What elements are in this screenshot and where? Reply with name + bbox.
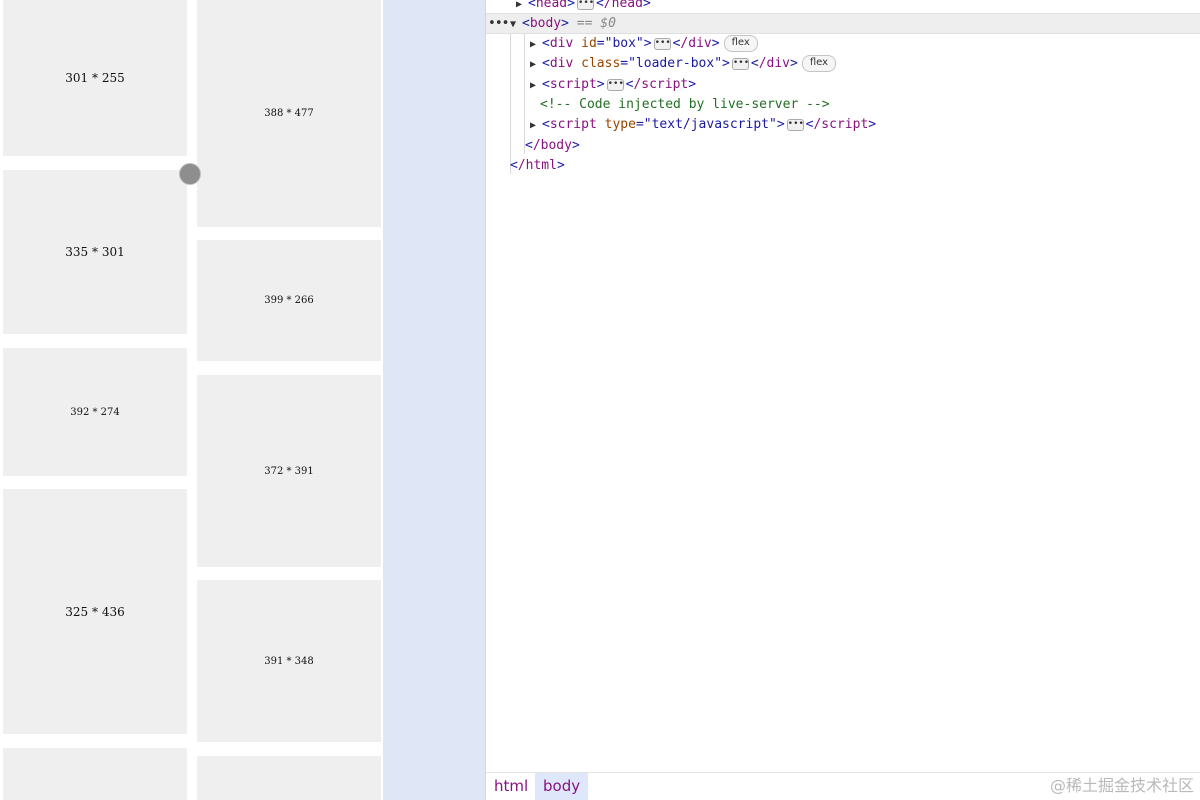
image-size-label: 391 * 348 bbox=[264, 655, 314, 667]
image-size-label: 372 * 391 bbox=[264, 465, 314, 477]
page-preview: 301 * 255 335 * 301 392 * 274 325 * 436 … bbox=[0, 0, 383, 800]
image-size-label: 399 * 266 bbox=[264, 295, 314, 306]
image-card[interactable]: 372 * 391 bbox=[197, 375, 381, 567]
breadcrumb-body[interactable]: body bbox=[535, 773, 589, 800]
image-card[interactable]: 388 * 477 bbox=[197, 0, 381, 227]
image-card[interactable]: 392 * 274 bbox=[3, 348, 187, 476]
breadcrumb-html[interactable]: html bbox=[486, 773, 536, 800]
ellipsis-icon[interactable]: ••• bbox=[731, 57, 749, 70]
dom-node-script-js[interactable]: ▶ <script type="text/javascript"> ••• </scr… bbox=[486, 115, 1200, 135]
dom-node-html-close[interactable]: </html> bbox=[486, 156, 1200, 176]
devtools-elements-panel: ▶ <head> ••• </head> ••• ▼ <body> == $0 ▶ <di… bbox=[486, 0, 1200, 800]
breadcrumb: html body @稀土掘金技术社区 bbox=[486, 772, 1200, 800]
image-card[interactable]: 399 * 266 bbox=[197, 240, 381, 361]
image-card[interactable]: 325 * 436 bbox=[3, 489, 187, 734]
ellipsis-icon[interactable]: ••• bbox=[576, 0, 594, 10]
flex-badge[interactable]: flex bbox=[723, 35, 758, 52]
more-options-icon[interactable]: ••• bbox=[488, 14, 510, 33]
dom-node-script[interactable]: ▶ <script> ••• </script> bbox=[486, 75, 1200, 95]
image-card[interactable] bbox=[3, 748, 187, 800]
image-size-label: 325 * 436 bbox=[65, 604, 125, 619]
dom-node-body-close[interactable]: </body> bbox=[486, 136, 1200, 156]
image-size-label: 335 * 301 bbox=[65, 245, 125, 259]
ellipsis-icon[interactable]: ••• bbox=[786, 118, 804, 131]
dom-node-div-loader-box[interactable]: ▶ <div class="loader-box"> ••• </div> flex bbox=[486, 54, 1200, 74]
selected-node-marker: == $0 bbox=[576, 16, 616, 31]
expand-arrow-icon[interactable]: ▶ bbox=[530, 116, 542, 136]
collapse-arrow-icon[interactable]: ▼ bbox=[510, 15, 522, 34]
dom-node-comment[interactable]: <!-- Code injected by live-server --> bbox=[486, 95, 1200, 115]
dom-node-head[interactable]: ▶ <head> ••• </head> bbox=[486, 0, 1200, 14]
image-card[interactable] bbox=[197, 756, 381, 800]
image-card[interactable]: 301 * 255 bbox=[3, 0, 187, 156]
watermark: @稀土掘金技术社区 bbox=[1049, 776, 1194, 795]
image-size-label: 392 * 274 bbox=[70, 406, 120, 418]
image-size-label: 301 * 255 bbox=[65, 71, 125, 85]
ellipsis-icon[interactable]: ••• bbox=[653, 37, 671, 50]
expand-arrow-icon[interactable]: ▶ bbox=[530, 55, 542, 75]
expand-arrow-icon[interactable]: ▶ bbox=[530, 35, 542, 55]
flex-badge[interactable]: flex bbox=[801, 55, 837, 72]
panel-gutter bbox=[383, 0, 486, 800]
expand-arrow-icon[interactable]: ▶ bbox=[530, 76, 542, 96]
image-card[interactable]: 335 * 301 bbox=[3, 170, 187, 334]
image-size-label: 388 * 477 bbox=[264, 108, 314, 119]
ellipsis-icon[interactable]: ••• bbox=[606, 78, 624, 91]
dom-node-body[interactable]: ••• ▼ <body> == $0 bbox=[486, 13, 1200, 34]
drag-handle[interactable] bbox=[179, 163, 201, 185]
dom-node-div-box[interactable]: ▶ <div id="box"> ••• </div> flex bbox=[486, 34, 1200, 54]
image-card[interactable]: 391 * 348 bbox=[197, 580, 381, 742]
